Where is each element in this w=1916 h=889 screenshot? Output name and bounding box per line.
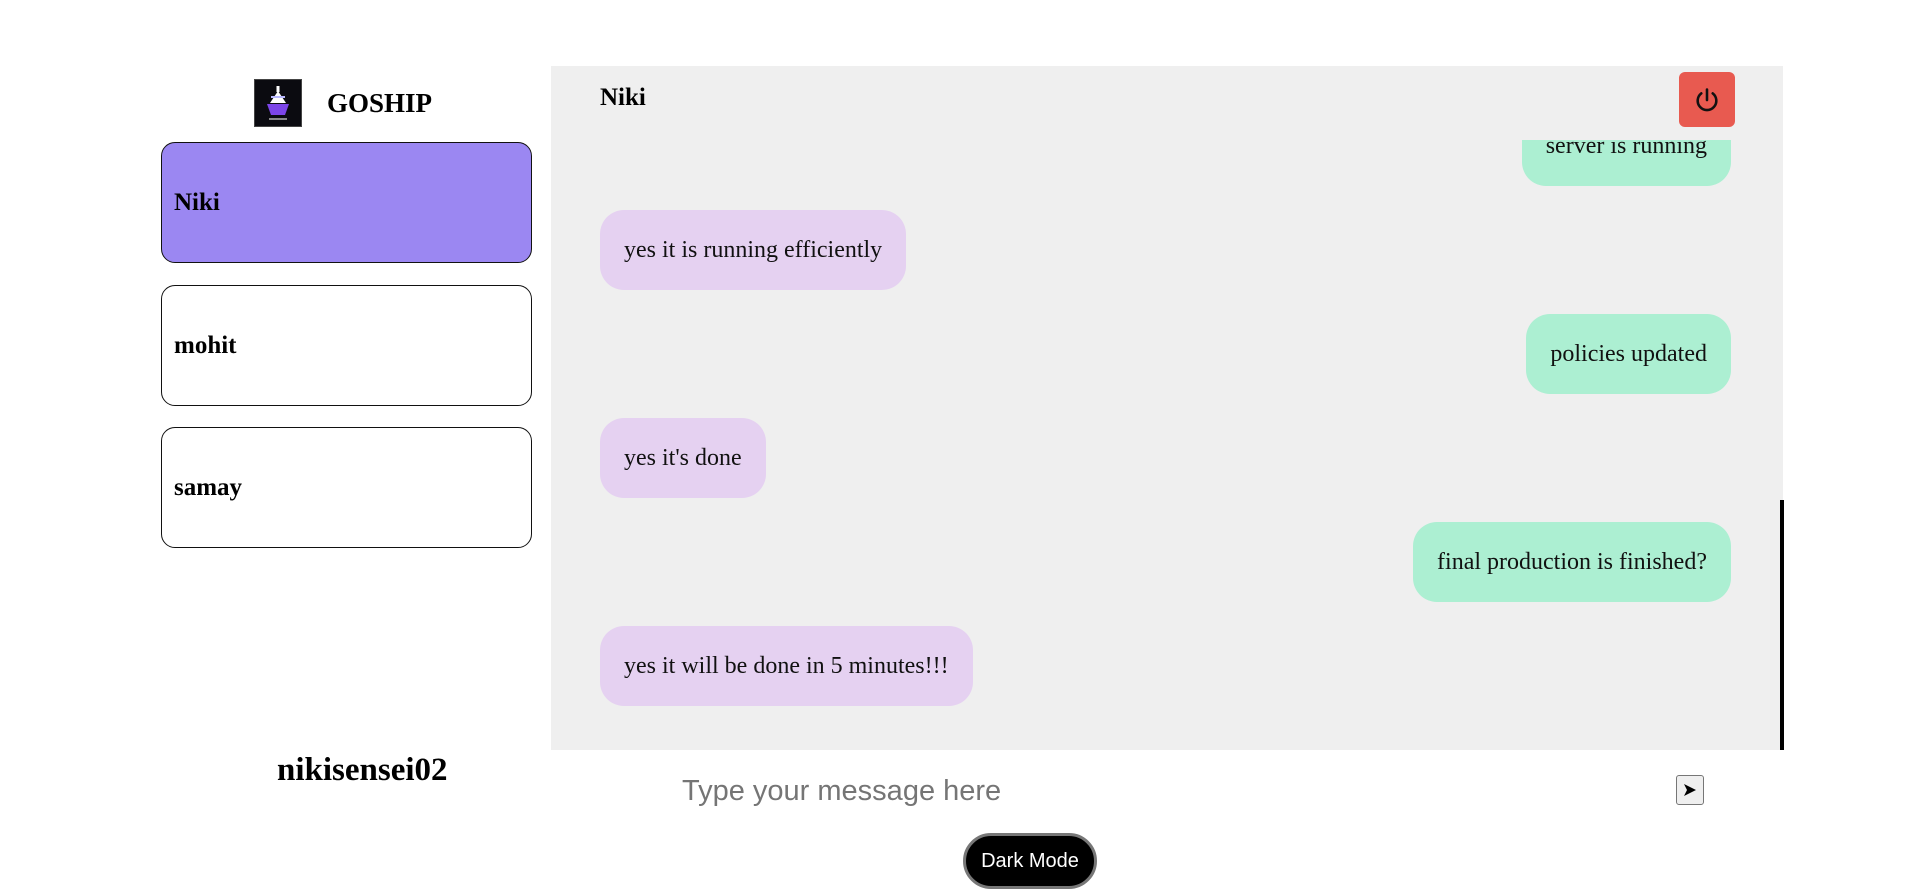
chat-scrollbar[interactable] [1780,500,1784,750]
logout-button[interactable] [1679,72,1735,127]
message-bubble-sent: server is running [1521,140,1731,186]
sidebar: GOSHIP Niki mohit samay nikisensei02 [161,66,532,788]
send-button[interactable] [1676,775,1704,805]
message-bubble-received: yes it's done [600,418,766,498]
message-bubble-sent: policies updated [1526,314,1731,394]
message-bubble-received: yes it will be done in 5 minutes!!! [600,626,973,706]
dark-mode-toggle[interactable]: Dark Mode [963,833,1097,889]
message-list[interactable]: server is running yes it is running effi… [551,140,1783,750]
ship-logo-icon [254,79,302,127]
brand: GOSHIP [254,78,432,128]
send-arrow-icon [1684,784,1696,796]
message-input[interactable] [680,768,1584,814]
chat-panel: Niki server is running yes it is running… [551,66,1783,750]
power-icon [1696,87,1718,111]
contact-item-mohit[interactable]: mohit [161,285,532,406]
message-bubble-sent: final production is finished? [1413,522,1731,602]
contact-item-samay[interactable]: samay [161,427,532,548]
current-username: nikisensei02 [277,752,448,788]
message-bubble-received: yes it is running efficiently [600,210,907,290]
contact-name: samay [174,473,243,501]
contact-item-niki[interactable]: Niki [161,142,532,263]
contact-name: mohit [174,331,237,359]
contact-name: Niki [174,188,220,216]
brand-name: GOSHIP [327,87,433,118]
composer [680,768,1584,814]
chat-header-name: Niki [600,84,646,111]
